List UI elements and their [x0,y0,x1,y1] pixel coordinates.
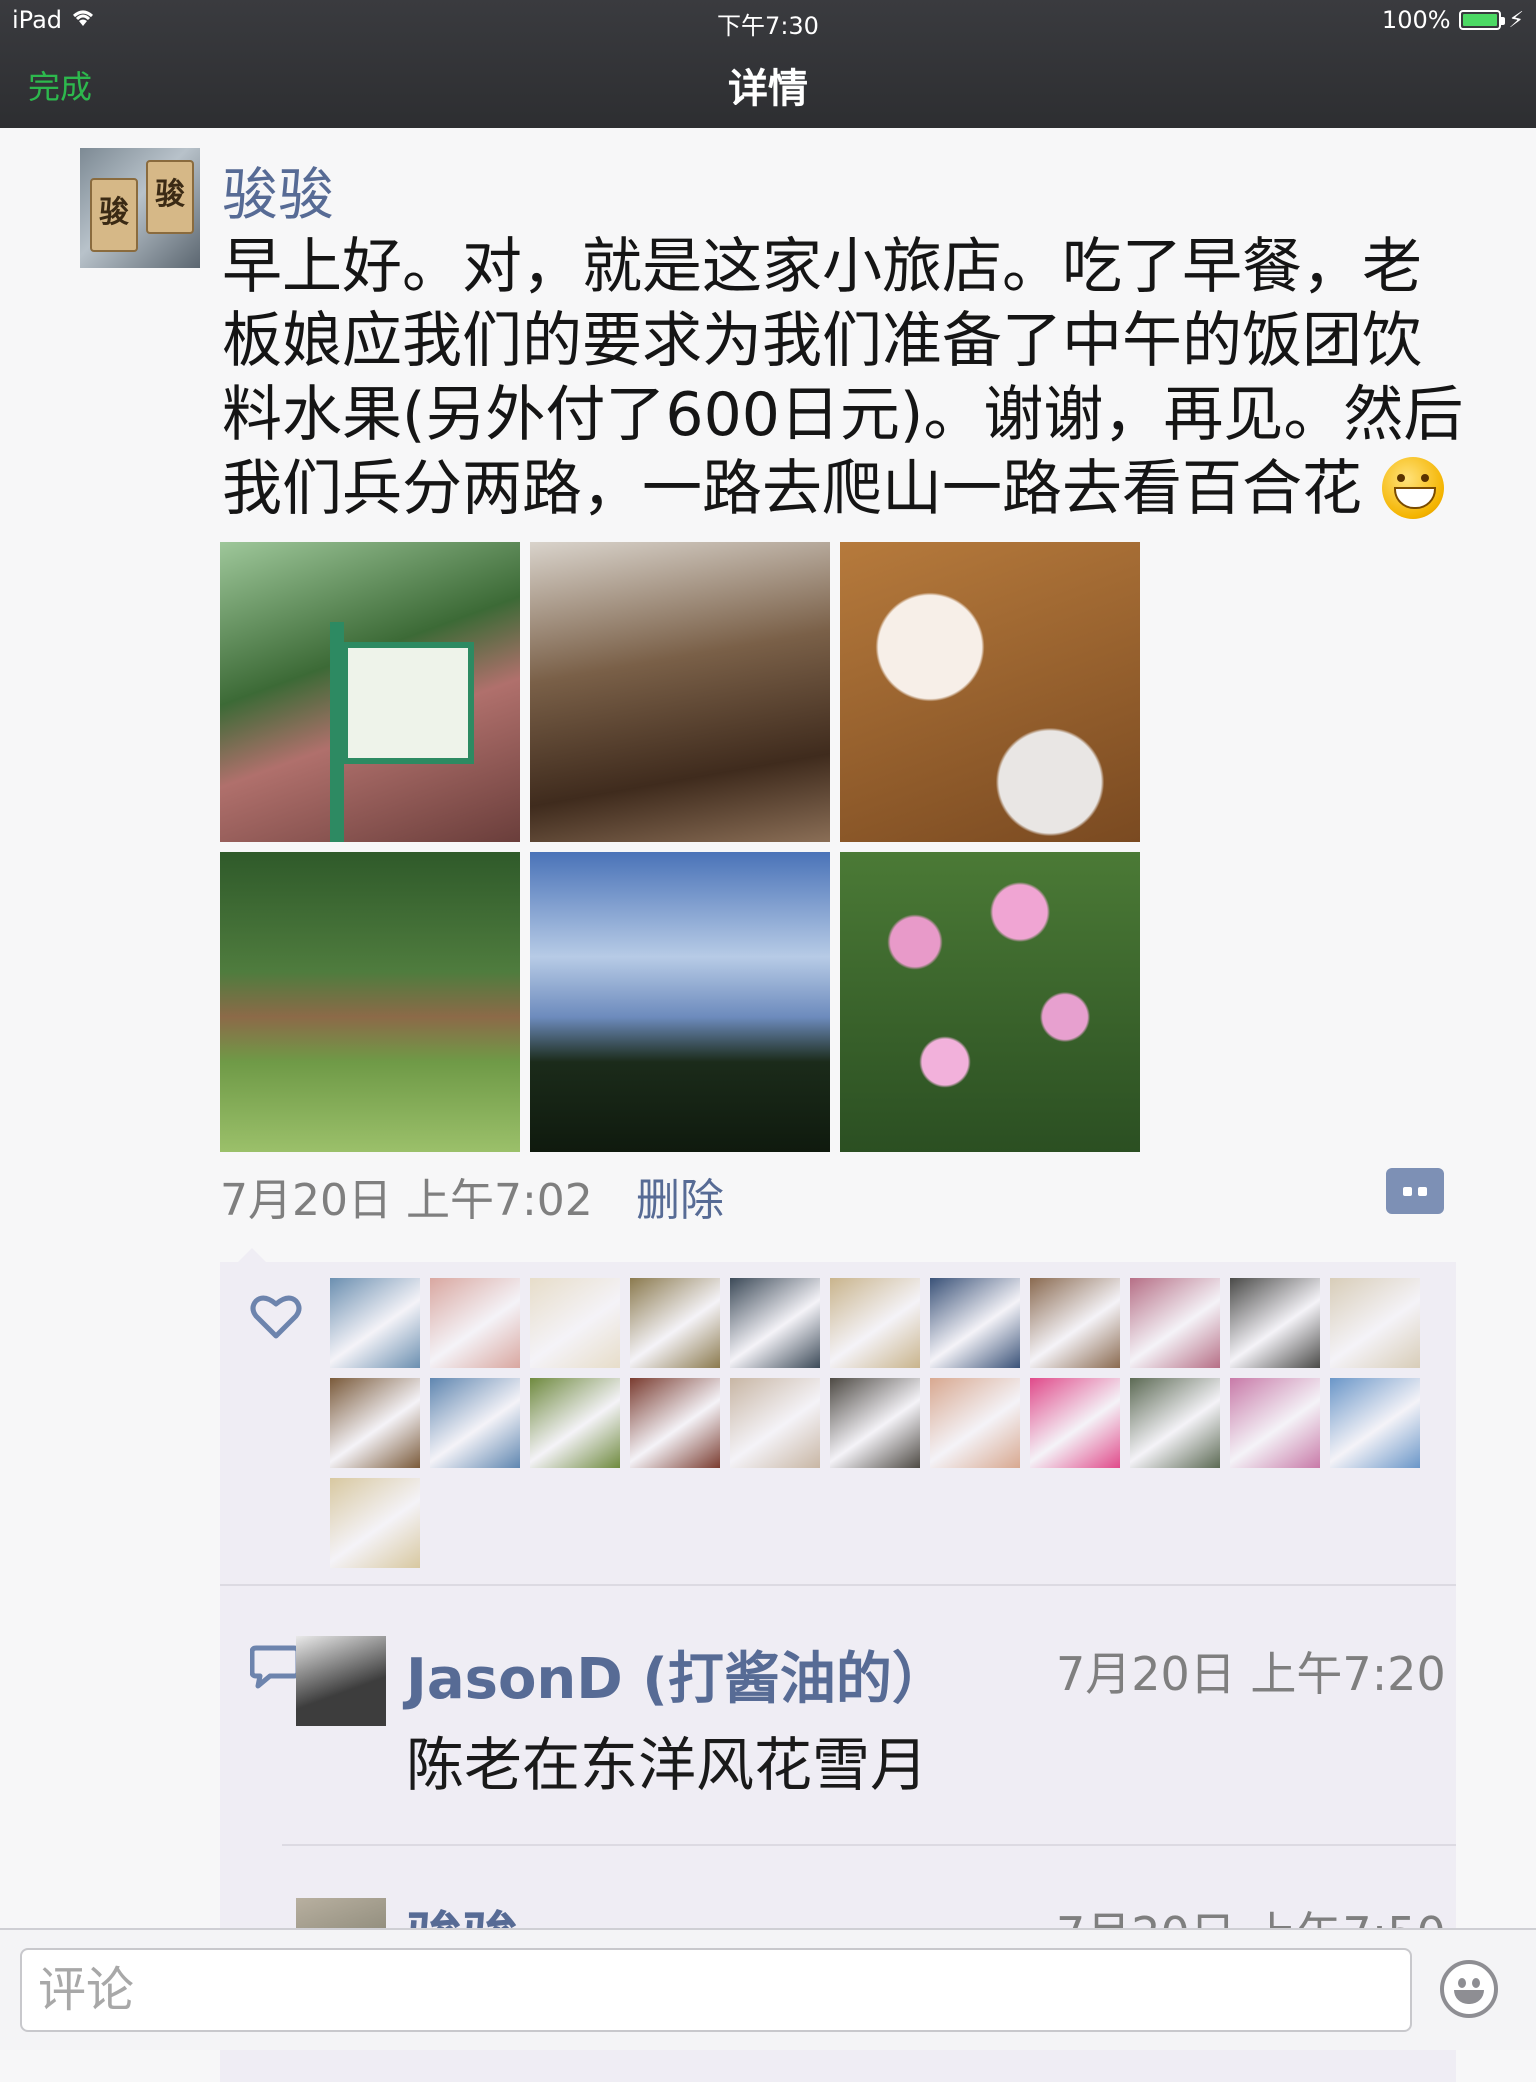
battery-percent: 100% [1381,6,1451,34]
page-title: 详情 [728,66,808,112]
author-avatar[interactable]: 骏 骏 [80,148,200,268]
emoji-button[interactable] [1440,1960,1498,2018]
sign-board [342,642,474,764]
status-time: 下午7:30 [717,12,819,40]
post-photo[interactable] [530,852,830,1152]
liker-avatar[interactable] [930,1378,1020,1468]
heart-icon [250,1295,302,1339]
liker-avatar[interactable] [430,1378,520,1468]
comment-input[interactable] [20,1948,1412,2032]
grinning-face-icon [1382,457,1444,519]
liker-avatar[interactable] [530,1278,620,1368]
top-bar: iPad 下午7:30 100% ⚡ 完成 详情 [0,0,1536,128]
liker-avatar[interactable] [730,1278,820,1368]
status-right: 100% ⚡ [1382,6,1524,34]
post-photo[interactable] [220,852,520,1152]
liker-avatar[interactable] [1030,1278,1120,1368]
liker-avatar[interactable] [1130,1278,1220,1368]
post-photo[interactable] [840,852,1140,1152]
liker-avatar[interactable] [1230,1378,1320,1468]
liker-avatar[interactable] [530,1378,620,1468]
liker-avatar[interactable] [430,1278,520,1368]
divider [282,1844,1456,1846]
liker-avatar[interactable] [630,1378,720,1468]
liker-avatar[interactable] [1130,1378,1220,1468]
comment-timestamp: 7月20日 上午7:20 [1056,1647,1446,1701]
emoji-eye-left [1458,1978,1466,1988]
commenter-avatar[interactable] [296,1636,386,1726]
post-photo[interactable] [530,542,830,842]
avatar-charm-left: 骏 [90,178,138,252]
liker-avatar[interactable] [630,1278,720,1368]
liker-avatar[interactable] [730,1378,820,1468]
liker-avatar[interactable] [1330,1378,1420,1468]
liker-avatar[interactable] [1330,1278,1420,1368]
divider [220,1584,1456,1586]
liker-avatar[interactable] [1030,1378,1120,1468]
battery-icon [1458,10,1505,30]
post-photo[interactable] [220,542,520,842]
comment-bubble-icon [250,1645,300,1689]
author-name[interactable]: 骏骏 [222,150,334,231]
panel-notch [238,1248,266,1262]
liker-avatar[interactable] [830,1278,920,1368]
commenter-name[interactable]: JasonD (打酱油的） [406,1634,948,1715]
liker-avatar[interactable] [930,1278,1020,1368]
liker-avatar[interactable] [1230,1278,1320,1368]
emoji-mouth [1454,1990,1484,2004]
comment-menu-icon[interactable] [1386,1168,1444,1214]
post-timestamp: 7月20日 上午7:02 [220,1175,593,1226]
post-photo[interactable] [840,542,1140,842]
comment-text: 陈老在东洋风花雪月 [406,1731,929,1799]
liker-avatar[interactable] [830,1378,920,1468]
liker-avatar[interactable] [330,1378,420,1468]
charging-icon: ⚡ [1508,7,1524,33]
avatar-charm-right: 骏 [146,160,194,234]
comment-input-bar [0,1928,1536,2050]
emoji-eye-right [1472,1978,1480,1988]
liker-avatar[interactable] [330,1478,420,1568]
post-text-body: 早上好。对，就是这家小旅店。吃了早餐，老板娘应我们的要求为我们准备了中午的饭团饮… [222,232,1464,524]
delete-button[interactable]: 删除 [636,1164,724,1228]
post-text: 早上好。对，就是这家小旅店。吃了早餐，老板娘应我们的要求为我们准备了中午的饭团饮… [222,230,1472,526]
liker-avatar[interactable] [330,1278,420,1368]
